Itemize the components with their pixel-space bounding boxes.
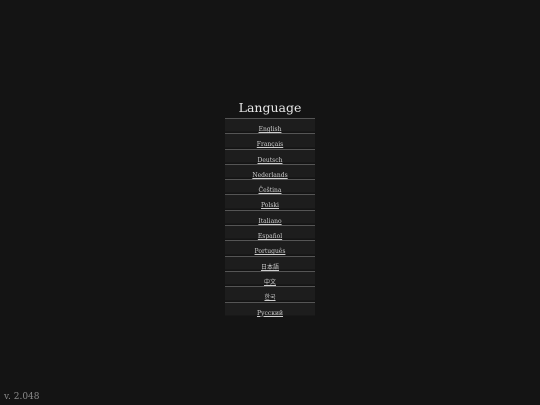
language-item-chinese[interactable]: 中文 [225, 270, 315, 286]
language-item-dutch[interactable]: Nederlands [225, 163, 315, 179]
language-link[interactable]: Português [255, 248, 286, 255]
language-item-japanese[interactable]: 日本語 [225, 255, 315, 271]
language-item-polish[interactable]: Polski [225, 194, 315, 209]
language-link[interactable]: 日本語 [261, 264, 279, 271]
language-list: English Français Deutsch Nederlands Češt… [225, 118, 315, 317]
language-title: Language [238, 100, 302, 115]
language-item-spanish[interactable]: Español [225, 225, 315, 240]
version-label: v. 2.048 [4, 392, 40, 402]
language-link[interactable]: Deutsch [258, 157, 283, 164]
game-start-screen: Language English Français Deutsch Nederl… [0, 0, 540, 405]
language-link[interactable]: Français [257, 141, 283, 148]
language-link[interactable]: Polski [261, 202, 279, 209]
language-link[interactable]: 中文 [264, 279, 276, 286]
language-menu: Language English Français Deutsch Nederl… [225, 99, 315, 317]
language-link[interactable]: Čeština [259, 187, 282, 194]
language-item-english[interactable]: English [225, 118, 315, 133]
language-link[interactable]: Italiano [258, 218, 281, 225]
language-item-korean[interactable]: 한국 [225, 286, 315, 301]
language-link[interactable]: Español [258, 233, 282, 240]
language-item-german[interactable]: Deutsch [225, 148, 315, 164]
language-link[interactable]: Русский [257, 310, 283, 317]
language-link[interactable]: Nederlands [252, 172, 287, 179]
language-link[interactable]: 한국 [264, 294, 275, 301]
language-item-russian[interactable]: Русский [225, 301, 315, 317]
language-item-czech[interactable]: Čeština [225, 179, 315, 194]
language-item-french[interactable]: Français [225, 133, 315, 148]
language-item-italian[interactable]: Italiano [225, 209, 315, 225]
language-item-portuguese[interactable]: Português [225, 240, 315, 255]
language-link[interactable]: English [259, 126, 282, 133]
